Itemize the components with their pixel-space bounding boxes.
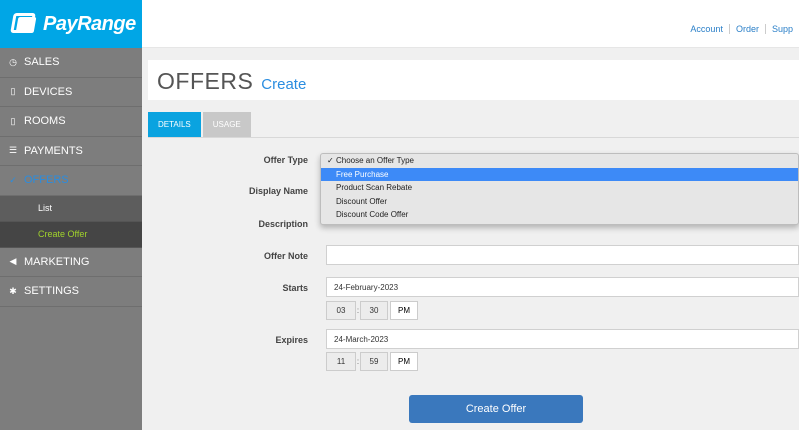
sidebar-item-label: SALES xyxy=(24,56,60,69)
display-name-label: Display Name xyxy=(248,186,308,196)
gear-icon: ✱ xyxy=(9,285,17,296)
sidebar-subitem-list[interactable]: List xyxy=(0,195,142,222)
offer-note-label: Offer Note xyxy=(263,251,308,261)
top-bar: Account Order Supp xyxy=(142,0,799,48)
megaphone-icon: ◀ xyxy=(9,256,17,267)
checkmark-icon: ✓ xyxy=(327,156,334,166)
list-icon: ☰ xyxy=(8,145,18,156)
description-label: Description xyxy=(258,219,308,229)
offer-type-label: Offer Type xyxy=(263,155,308,165)
sidebar-item-label: OFFERS xyxy=(24,174,69,187)
starts-label: Starts xyxy=(282,283,308,293)
starts-ampm-button[interactable]: PM xyxy=(390,301,418,320)
dropdown-option-product-scan-rebate[interactable]: Product Scan Rebate xyxy=(321,181,798,195)
brand-name: PayRange xyxy=(43,12,136,35)
offer-note-input[interactable] xyxy=(326,245,799,265)
create-offer-button[interactable]: Create Offer xyxy=(409,395,583,423)
order-link[interactable]: Order xyxy=(728,24,765,34)
tab-usage[interactable]: USAGE xyxy=(202,112,251,137)
expires-label: Expires xyxy=(275,335,308,345)
page-subtitle: Create xyxy=(261,76,307,93)
sidebar-item-marketing[interactable]: ◀ MARKETING xyxy=(0,248,142,277)
clock-icon: ◷ xyxy=(9,56,17,67)
starts-minute-input[interactable]: 30 xyxy=(360,301,388,320)
support-link[interactable]: Supp xyxy=(764,24,799,34)
sidebar-item-settings[interactable]: ✱ SETTINGS xyxy=(0,277,142,307)
phone-icon: ▯ xyxy=(10,115,16,126)
page-header: OFFERS Create xyxy=(148,60,799,100)
option-label: Choose an Offer Type xyxy=(336,156,414,166)
expires-date-input[interactable]: 24-March-2023 xyxy=(326,329,799,349)
tabs: DETAILS USAGE xyxy=(148,112,251,137)
account-link[interactable]: Account xyxy=(684,24,729,34)
sidebar-item-rooms[interactable]: ▯ ROOMS xyxy=(0,107,142,137)
expires-time: 11 : 59 PM xyxy=(326,352,418,371)
sidebar-item-label: PAYMENTS xyxy=(24,144,83,157)
sidebar-item-label: ROOMS xyxy=(24,115,66,128)
starts-date-input[interactable]: 24-February-2023 xyxy=(326,277,799,297)
main-content: OFFERS Create DETAILS USAGE Offer Type D… xyxy=(142,48,799,430)
sidebar-item-label: SETTINGS xyxy=(24,285,80,298)
starts-hour-input[interactable]: 03 xyxy=(326,301,356,320)
dropdown-option-free-purchase[interactable]: Free Purchase xyxy=(321,167,798,181)
starts-time: 03 : 30 PM xyxy=(326,301,418,320)
sidebar-item-devices[interactable]: ▯ DEVICES xyxy=(0,78,142,107)
dropdown-option-discount-offer[interactable]: Discount Offer xyxy=(321,195,798,209)
sidebar-item-label: DEVICES xyxy=(24,85,73,98)
expires-hour-input[interactable]: 11 xyxy=(326,352,356,371)
phone-icon: ▯ xyxy=(10,86,16,97)
sidebar-item-offers[interactable]: ✓ OFFERS xyxy=(0,166,142,196)
sidebar-item-label: MARKETING xyxy=(24,255,90,268)
offer-type-dropdown-menu[interactable]: ✓ Choose an Offer Type Free Purchase Pro… xyxy=(320,153,799,225)
expires-minute-input[interactable]: 59 xyxy=(360,352,388,371)
dropdown-option-choose[interactable]: ✓ Choose an Offer Type xyxy=(321,154,798,168)
tab-details[interactable]: DETAILS xyxy=(148,112,201,137)
logo[interactable]: PayRange xyxy=(0,0,142,48)
sidebar-item-sales[interactable]: ◷ SALES xyxy=(0,48,142,78)
sidebar-item-payments[interactable]: ☰ PAYMENTS xyxy=(0,137,142,166)
sidebar: PayRange ◷ SALES ▯ DEVICES ▯ ROOMS ☰ PAY… xyxy=(0,0,142,430)
top-links: Account Order Supp xyxy=(684,24,799,34)
dropdown-option-discount-code-offer[interactable]: Discount Code Offer xyxy=(321,208,798,222)
thumbs-up-icon: ✓ xyxy=(9,174,17,185)
expires-ampm-button[interactable]: PM xyxy=(390,352,418,371)
payrange-logo-icon xyxy=(10,11,38,37)
sidebar-subitem-create-offer[interactable]: Create Offer xyxy=(0,221,142,248)
tab-divider xyxy=(148,137,799,138)
page-title: OFFERS xyxy=(157,68,254,94)
